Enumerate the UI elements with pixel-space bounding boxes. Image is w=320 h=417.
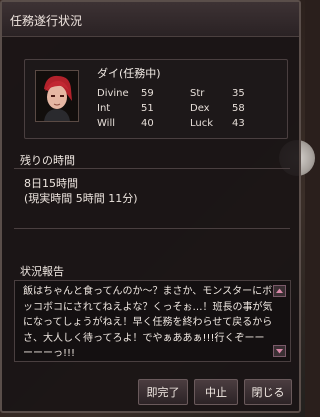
stat-label-dex: Dex <box>190 103 210 114</box>
character-portrait <box>35 70 79 122</box>
status-report-box: 飯はちゃんと食ってんのか～？まさか、モンスターにボッコボコにされてねえよな？くっ… <box>14 280 291 362</box>
report-top-divider <box>14 228 290 229</box>
close-button[interactable]: 閉じる <box>244 379 292 405</box>
stat-value-divine: 59 <box>141 88 154 99</box>
arrow-up-icon <box>276 288 283 293</box>
stat-value-int: 51 <box>141 103 154 114</box>
stat-label-will: Will <box>97 118 116 129</box>
remaining-time-value: 8日15時間 <box>24 177 78 190</box>
stat-label-str: Str <box>190 88 205 99</box>
complete-now-button[interactable]: 即完了 <box>138 379 188 405</box>
stat-value-luck: 43 <box>232 118 245 129</box>
portrait-image <box>36 71 78 121</box>
stat-value-dex: 58 <box>232 103 245 114</box>
stat-value-str: 35 <box>232 88 245 99</box>
abort-button[interactable]: 中止 <box>194 379 238 405</box>
stat-value-will: 40 <box>141 118 154 129</box>
stat-label-divine: Divine <box>97 88 129 99</box>
status-report-label: 状況報告 <box>20 265 64 278</box>
scroll-down-button[interactable] <box>273 345 286 357</box>
time-divider <box>14 168 290 169</box>
status-report-text: 飯はちゃんと食ってんのか～？まさか、モンスターにボッコボコにされてねえよな？くっ… <box>23 286 273 359</box>
title-bar[interactable]: 任務遂行状況 <box>2 2 299 37</box>
remaining-time-label: 残りの時間 <box>20 154 75 167</box>
window-title: 任務遂行状況 <box>10 14 83 28</box>
scroll-up-button[interactable] <box>273 285 286 297</box>
character-name: ダイ(任務中) <box>97 67 161 80</box>
stat-label-int: Int <box>97 103 111 114</box>
stat-label-luck: Luck <box>190 118 214 129</box>
real-time-value: (現実時間 5時間 11分) <box>24 192 138 205</box>
mission-status-window: 任務遂行状況 ダイ(任務中) Divine 59 Str 35 Int 51 D… <box>0 0 301 413</box>
character-panel: ダイ(任務中) Divine 59 Str 35 Int 51 Dex 58 W… <box>24 59 288 139</box>
arrow-down-icon <box>276 349 283 354</box>
